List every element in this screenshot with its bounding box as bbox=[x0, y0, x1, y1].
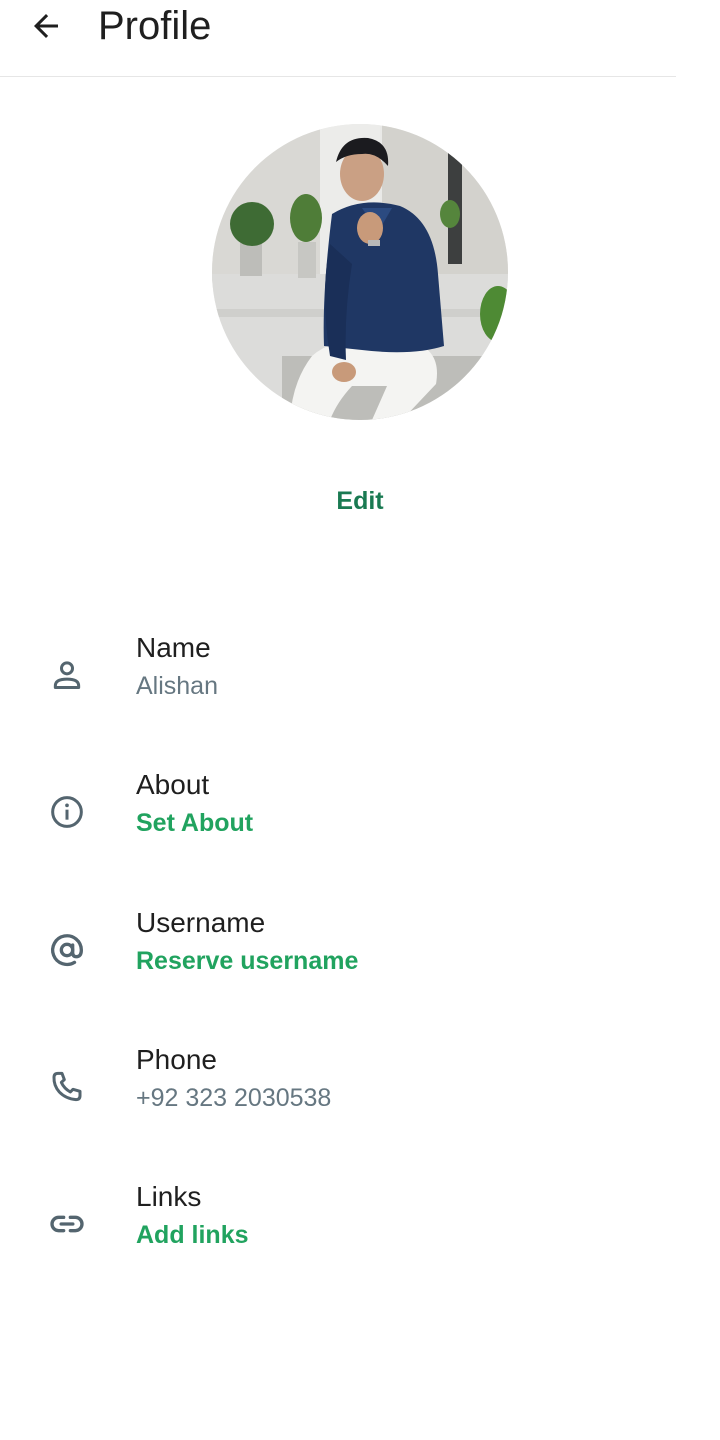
field-label: About bbox=[136, 769, 210, 800]
reserve-username-link[interactable]: Reserve username bbox=[136, 944, 358, 978]
field-label: Links bbox=[136, 1181, 202, 1212]
field-value: +92 323 2030538 bbox=[136, 1084, 332, 1112]
phone-icon bbox=[45, 1065, 89, 1109]
person-icon bbox=[45, 653, 89, 697]
at-sign-icon bbox=[45, 928, 89, 972]
field-username[interactable]: Username Reserve username bbox=[0, 895, 720, 1005]
field-value: Alishan bbox=[136, 672, 218, 700]
field-label: Phone bbox=[136, 1044, 217, 1075]
field-label: Username bbox=[136, 907, 266, 938]
app-bar: Profile bbox=[0, 0, 676, 77]
field-phone[interactable]: Phone +92 323 2030538 bbox=[0, 1032, 720, 1142]
page-title: Profile bbox=[98, 4, 212, 48]
field-about[interactable]: About Set About bbox=[0, 757, 720, 867]
profile-photo[interactable] bbox=[212, 124, 508, 420]
add-links-link[interactable]: Add links bbox=[136, 1218, 249, 1252]
arrow-left-icon bbox=[34, 14, 58, 38]
field-links[interactable]: Links Add links bbox=[0, 1169, 720, 1279]
back-button[interactable] bbox=[22, 2, 70, 50]
field-label: Name bbox=[136, 632, 211, 663]
edit-photo-button[interactable]: Edit bbox=[0, 484, 720, 518]
field-name[interactable]: Name Alishan bbox=[0, 620, 720, 730]
set-about-link[interactable]: Set About bbox=[136, 806, 253, 840]
profile-photo-image bbox=[212, 124, 508, 420]
info-icon bbox=[45, 790, 89, 834]
link-icon bbox=[45, 1202, 89, 1246]
